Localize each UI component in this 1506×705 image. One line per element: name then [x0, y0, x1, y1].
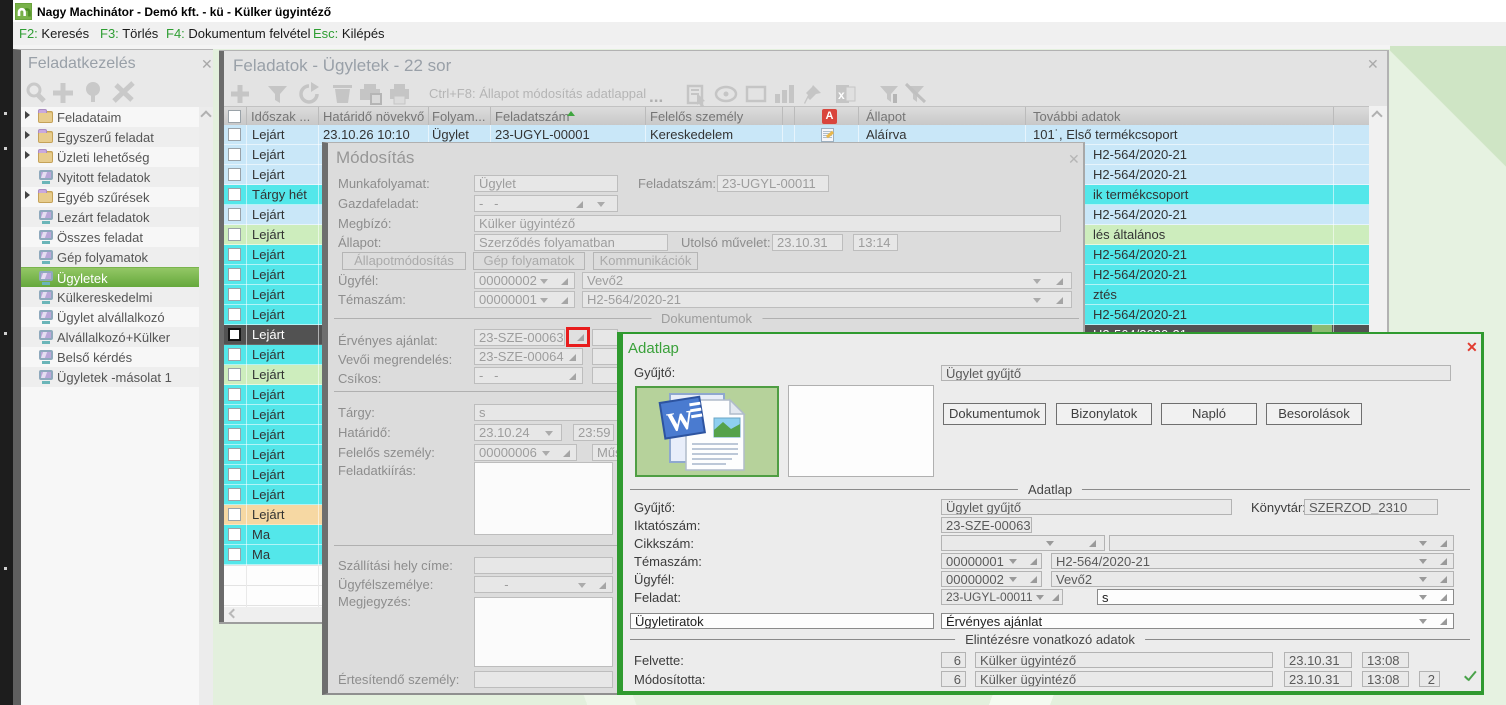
svg-text:x: x	[838, 88, 845, 102]
svg-text:...: ...	[649, 87, 663, 106]
